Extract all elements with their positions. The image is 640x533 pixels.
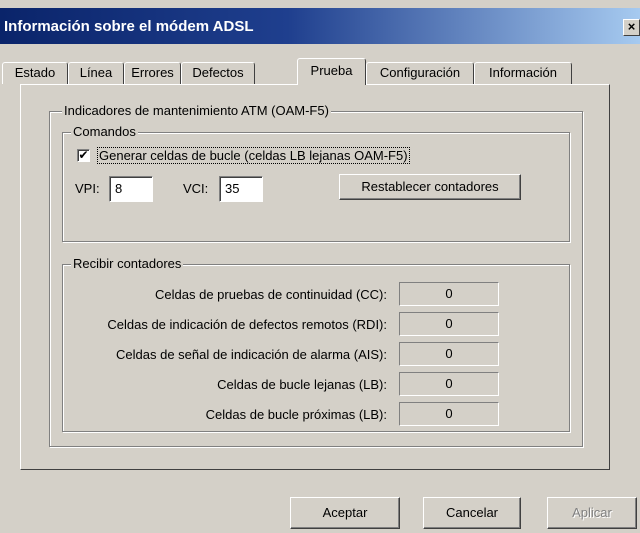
tab-label: Línea xyxy=(79,65,113,80)
tab-errores[interactable]: Errores xyxy=(124,62,181,84)
commands-group: Comandos ✔ Generar celdas de bucle (celd… xyxy=(62,124,570,242)
title-bar[interactable]: Información sobre el módem ADSL × xyxy=(0,8,640,44)
vpi-input[interactable]: 8 xyxy=(109,176,153,202)
vci-input[interactable]: 35 xyxy=(219,176,263,202)
tab-estado[interactable]: Estado xyxy=(2,62,68,84)
near-lb-cells-value: 0 xyxy=(399,402,499,426)
oam-group: Indicadores de mantenimiento ATM (OAM-F5… xyxy=(49,103,583,447)
vci-label: VCI: xyxy=(183,181,209,196)
oam-group-label: Indicadores de mantenimiento ATM (OAM-F5… xyxy=(62,103,331,118)
rdi-cells-value: 0 xyxy=(399,312,499,336)
reset-counters-button[interactable]: Restablecer contadores xyxy=(339,174,521,200)
tab-linea[interactable]: Línea xyxy=(68,62,124,84)
window-title: Información sobre el módem ADSL xyxy=(4,18,254,35)
commands-group-label: Comandos xyxy=(71,124,138,139)
accept-button[interactable]: Aceptar xyxy=(290,497,400,529)
tab-label: Defectos xyxy=(192,65,244,80)
tab-label: Estado xyxy=(14,65,56,80)
close-icon: × xyxy=(627,19,636,34)
rdi-cells-label: Celdas de indicación de defectos remotos… xyxy=(107,317,387,332)
far-lb-cells-value: 0 xyxy=(399,372,499,396)
near-lb-cells-label: Celdas de bucle próximas (LB): xyxy=(205,407,387,422)
tab-label: Prueba xyxy=(310,63,353,78)
counter-labels: Celdas de pruebas de continuidad (CC): C… xyxy=(63,287,387,427)
loopback-checkbox-label[interactable]: Generar celdas de bucle (celdas LB lejan… xyxy=(97,147,410,164)
tab-informacion[interactable]: Información xyxy=(474,62,572,84)
modem-info-dialog: Información sobre el módem ADSL × Estado… xyxy=(0,0,640,533)
cc-cells-label: Celdas de pruebas de continuidad (CC): xyxy=(155,287,387,302)
vpi-label: VPI: xyxy=(75,181,100,196)
checkmark-icon: ✔ xyxy=(78,148,89,162)
cancel-button[interactable]: Cancelar xyxy=(423,497,521,529)
cc-cells-value: 0 xyxy=(399,282,499,306)
counters-group-label: Recibir contadores xyxy=(71,256,184,271)
tab-defectos[interactable]: Defectos xyxy=(181,62,255,84)
tab-configuracion[interactable]: Configuración xyxy=(366,62,474,84)
tab-label: Información xyxy=(489,65,557,80)
counters-group: Recibir contadores Celdas de pruebas de … xyxy=(62,256,570,432)
tab-label: Errores xyxy=(131,65,174,80)
ais-cells-label: Celdas de señal de indicación de alarma … xyxy=(116,347,387,362)
tab-panel-prueba: Indicadores de mantenimiento ATM (OAM-F5… xyxy=(20,84,610,470)
tab-label: Configuración xyxy=(379,65,461,80)
loopback-checkbox[interactable]: ✔ xyxy=(77,149,90,162)
apply-button[interactable]: Aplicar xyxy=(547,497,637,529)
tab-prueba[interactable]: Prueba xyxy=(297,58,366,85)
close-button[interactable]: × xyxy=(623,19,640,36)
ais-cells-value: 0 xyxy=(399,342,499,366)
far-lb-cells-label: Celdas de bucle lejanas (LB): xyxy=(217,377,387,392)
